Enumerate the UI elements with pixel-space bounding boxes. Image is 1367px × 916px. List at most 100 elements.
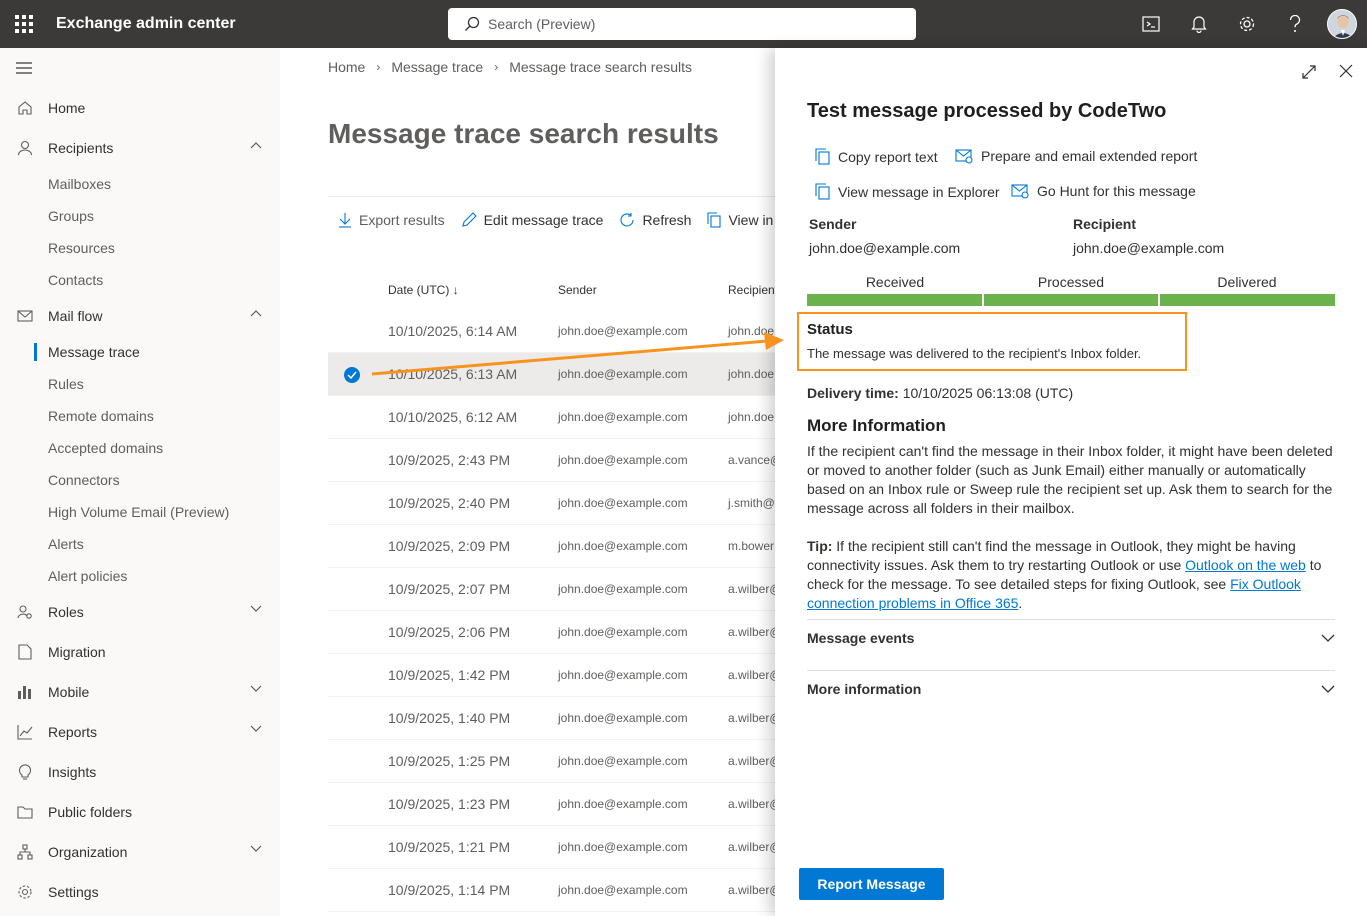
sidebar-item-alerts[interactable]: Alerts [0,528,280,560]
chevron-up-icon[interactable] [250,309,262,317]
copy-icon [707,211,722,228]
column-header-recipient[interactable]: Recipient [728,283,778,297]
progress-segment [1160,294,1336,306]
sidebar-item-alert-policies[interactable]: Alert policies [0,560,280,592]
sidebar-item-insights[interactable]: Insights [0,752,280,792]
sidebar-item-roles[interactable]: Roles [0,592,280,632]
sidebar-item-connectors[interactable]: Connectors [0,464,280,496]
view-message-in-explorer-button[interactable]: View message in Explorer [815,183,1000,200]
sidebar-item-message-trace[interactable]: Message trace [0,336,280,368]
search-box[interactable]: Search (Preview) [448,8,916,40]
mail-report-icon [955,149,973,164]
lightbulb-icon [16,763,34,781]
sidebar-item-mail-flow[interactable]: Mail flow [0,296,280,336]
column-header-sender[interactable]: Sender [558,283,597,297]
notifications-bell-icon[interactable] [1175,0,1223,48]
delivery-time: Delivery time: 10/10/2025 06:13:08 (UTC) [807,385,1074,401]
gear-icon [16,883,34,901]
sidebar-item-label: Public folders [48,804,133,820]
recipient-value: john.doe@example.com [1073,240,1225,256]
pencil-icon [461,211,477,227]
sidebar-item-recipients[interactable]: Recipients [0,128,280,168]
roles-icon [16,603,34,621]
sidebar-item-migration[interactable]: Migration [0,632,280,672]
sidebar-item-mailboxes[interactable]: Mailboxes [0,168,280,200]
sidebar-item-label: Settings [48,884,99,900]
expand-icon[interactable] [1301,64,1317,80]
mail-icon [16,307,34,325]
help-question-icon[interactable] [1271,0,1319,48]
close-icon[interactable] [1339,64,1353,78]
copy-report-text-button[interactable]: Copy report text [815,148,938,165]
sidebar-item-accepted-domains[interactable]: Accepted domains [0,432,280,464]
chevron-right-icon: › [494,60,499,74]
sidebar-item-label: Recipients [48,140,114,156]
sidebar-item-label: Home [48,100,86,116]
sidebar-item-high-volume-email[interactable]: High Volume Email (Preview) [0,496,280,528]
recipient-label: Recipient [1073,216,1137,232]
breadcrumb-home[interactable]: Home [328,59,365,75]
sidebar-item-label: Mobile [48,684,90,700]
top-bar: Exchange admin center Search (Preview) [0,0,1367,48]
app-launcher-icon[interactable] [0,0,48,48]
step-delivered: Delivered [1217,274,1277,290]
status-highlight-box [797,312,1187,371]
sender-label: Sender [809,216,857,232]
prepare-extended-report-button[interactable]: Prepare and email extended report [955,148,1197,164]
settings-gear-icon[interactable] [1223,0,1271,48]
more-information-text: If the recipient can't find the message … [807,443,1333,516]
chevron-down-icon[interactable] [250,725,262,733]
sidebar-item-groups[interactable]: Groups [0,200,280,232]
export-results-button[interactable]: Export results [338,212,445,228]
go-hunt-button[interactable]: Go Hunt for this message [1011,183,1196,199]
user-avatar[interactable] [1327,9,1357,39]
sidebar-item-resources[interactable]: Resources [0,232,280,264]
person-icon [16,139,34,157]
step-processed: Processed [1037,274,1105,290]
chevron-down-icon[interactable] [250,605,262,613]
more-information-accordion[interactable]: More information [807,664,1335,714]
message-events-accordion[interactable]: Message events [807,613,1335,663]
chevron-down-icon [1321,685,1335,693]
cloud-shell-icon[interactable] [1127,0,1175,48]
sidebar-item-settings[interactable]: Settings [0,872,280,912]
sidebar: Home Recipients Mailboxes Groups Resourc… [0,48,280,916]
sidebar-item-label: Insights [48,764,97,780]
details-panel: Test message processed by CodeTwo Copy r… [775,48,1367,916]
app-title[interactable]: Exchange admin center [56,15,236,33]
sidebar-item-reports[interactable]: Reports [0,712,280,752]
delivery-progress: Received Processed Delivered [807,274,1336,306]
step-received: Received [865,274,925,290]
sidebar-item-organization[interactable]: Organization [0,832,280,872]
sidebar-item-public-folders[interactable]: Public folders [0,792,280,832]
breadcrumb-message-trace[interactable]: Message trace [391,59,483,75]
search-placeholder: Search (Preview) [488,16,596,32]
sidebar-item-rules[interactable]: Rules [0,368,280,400]
collapse-menu-icon[interactable] [0,48,280,88]
sidebar-item-mobile[interactable]: Mobile [0,672,280,712]
mail-report-icon [1011,184,1029,199]
sort-descending-icon: ↓ [452,283,459,297]
chevron-down-icon[interactable] [250,685,262,693]
sidebar-item-contacts[interactable]: Contacts [0,264,280,296]
chevron-down-icon[interactable] [250,845,262,853]
status-text: The message was delivered to the recipie… [807,346,1142,361]
outlook-web-link[interactable]: Outlook on the web [1185,557,1306,573]
refresh-icon [620,212,634,226]
more-information-title: More Information [807,416,946,435]
chevron-down-icon [1321,634,1335,642]
home-icon [16,99,34,117]
refresh-button[interactable]: Refresh [619,212,691,228]
progress-segment [983,294,1159,306]
report-message-button[interactable]: Report Message [799,868,944,900]
copy-icon [815,148,830,165]
progress-segment [807,294,982,306]
column-header-date[interactable]: Date (UTC) ↓ [388,283,459,297]
sidebar-item-label: Organization [48,844,128,860]
chevron-up-icon[interactable] [250,141,262,149]
sidebar-item-home[interactable]: Home [0,88,280,128]
sidebar-item-remote-domains[interactable]: Remote domains [0,400,280,432]
row-checkmark-icon[interactable] [344,367,360,383]
tip-text: Tip: If the recipient still can't find t… [807,538,1322,611]
edit-message-trace-button[interactable]: Edit message trace [461,211,603,228]
